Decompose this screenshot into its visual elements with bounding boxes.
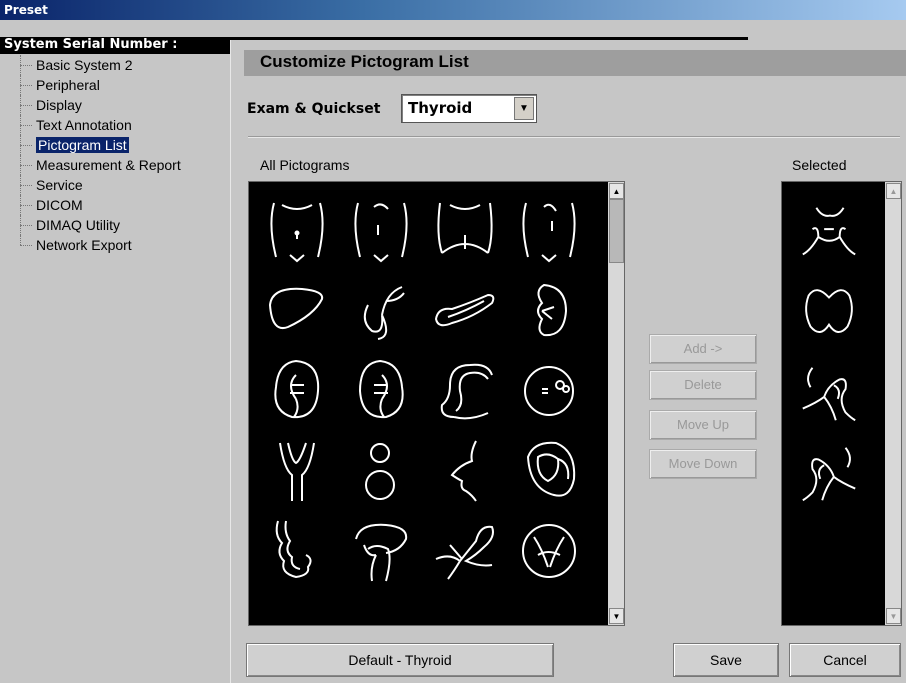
tree-item-dicom[interactable]: DICOM: [10, 195, 230, 217]
tree-item-dimaq-utility[interactable]: DIMAQ Utility: [10, 215, 230, 237]
move-up-button[interactable]: Move Up: [649, 410, 757, 440]
tree-item-basic-system[interactable]: Basic System 2: [10, 55, 230, 77]
exam-quickset-value: Thyroid: [408, 99, 473, 117]
scroll-down-arrow-icon[interactable]: ▼: [609, 608, 624, 624]
vessels-icon[interactable]: [423, 510, 507, 590]
bladder-icon[interactable]: [507, 350, 591, 430]
default-thyroid-button[interactable]: Default - Thyroid: [246, 643, 554, 677]
scroll-up-arrow-icon[interactable]: ▲: [886, 183, 901, 199]
face-profile-icon[interactable]: [423, 430, 507, 510]
scroll-thumb[interactable]: [609, 199, 624, 263]
kidney-right-icon[interactable]: [339, 350, 423, 430]
spleen-icon[interactable]: [339, 510, 423, 590]
scroll-down-arrow-icon[interactable]: ▼: [886, 608, 901, 624]
serial-label: System Serial Number :: [4, 37, 178, 52]
tree-item-network-export[interactable]: Network Export: [10, 235, 230, 257]
exam-quickset-dropdown[interactable]: Thyroid ▼: [401, 94, 537, 123]
selected-label: Selected: [792, 157, 847, 173]
heart-valve-icon[interactable]: [507, 510, 591, 590]
kidney-left-icon[interactable]: [255, 350, 339, 430]
exam-quickset-label: Exam & Quickset: [247, 101, 381, 117]
settings-tree: Basic System 2 Peripheral Display Text A…: [10, 55, 230, 257]
window-title: Preset: [4, 3, 48, 17]
abdomen-lower-icon[interactable]: [423, 190, 507, 270]
move-down-button[interactable]: Move Down: [649, 449, 757, 479]
tree-item-text-annotation[interactable]: Text Annotation: [10, 115, 230, 137]
all-pictograms-scrollbar[interactable]: ▲ ▼: [608, 182, 624, 625]
selected-grid: [786, 194, 872, 514]
pancreas-icon[interactable]: [423, 270, 507, 350]
section-header: Customize Pictogram List: [244, 50, 906, 76]
scroll-up-arrow-icon[interactable]: ▲: [609, 183, 624, 199]
title-bar: Preset: [0, 0, 906, 20]
kidney-icon[interactable]: [507, 270, 591, 350]
save-button[interactable]: Save: [673, 643, 779, 677]
intestine-icon[interactable]: [255, 510, 339, 590]
selected-scrollbar[interactable]: ▲ ▼: [885, 182, 901, 625]
delete-button[interactable]: Delete: [649, 370, 757, 400]
pictogram-grid: [255, 190, 591, 590]
heart-icon[interactable]: [507, 430, 591, 510]
ovary-icon[interactable]: [339, 430, 423, 510]
all-pictograms-list[interactable]: ▲ ▼: [248, 181, 625, 626]
add-button[interactable]: Add ->: [649, 334, 757, 364]
gallbladder-icon[interactable]: [339, 270, 423, 350]
page-title: Customize Pictogram List: [260, 52, 469, 71]
colon-icon[interactable]: [423, 350, 507, 430]
tree-item-measurement-report[interactable]: Measurement & Report: [10, 155, 230, 177]
tree-item-display[interactable]: Display: [10, 95, 230, 117]
chevron-down-icon[interactable]: ▼: [514, 97, 534, 120]
liver-icon[interactable]: [255, 270, 339, 350]
divider: [248, 136, 900, 138]
all-pictograms-label: All Pictograms: [260, 157, 350, 173]
neck-left-icon[interactable]: [786, 354, 872, 434]
cancel-button[interactable]: Cancel: [789, 643, 901, 677]
thyroid-icon[interactable]: [786, 274, 872, 354]
aorta-icon[interactable]: [255, 430, 339, 510]
tree-item-peripheral[interactable]: Peripheral: [10, 75, 230, 97]
neck-right-icon[interactable]: [786, 434, 872, 514]
abdomen-side-icon[interactable]: [339, 190, 423, 270]
selected-pictograms-list[interactable]: ▲ ▼: [781, 181, 902, 626]
neck-front-icon[interactable]: [786, 194, 872, 274]
menu-strip: [0, 20, 906, 37]
tree-item-service[interactable]: Service: [10, 175, 230, 197]
abdomen-front-icon[interactable]: [255, 190, 339, 270]
tree-item-pictogram-list[interactable]: Pictogram List: [10, 135, 230, 157]
abdomen-side2-icon[interactable]: [507, 190, 591, 270]
